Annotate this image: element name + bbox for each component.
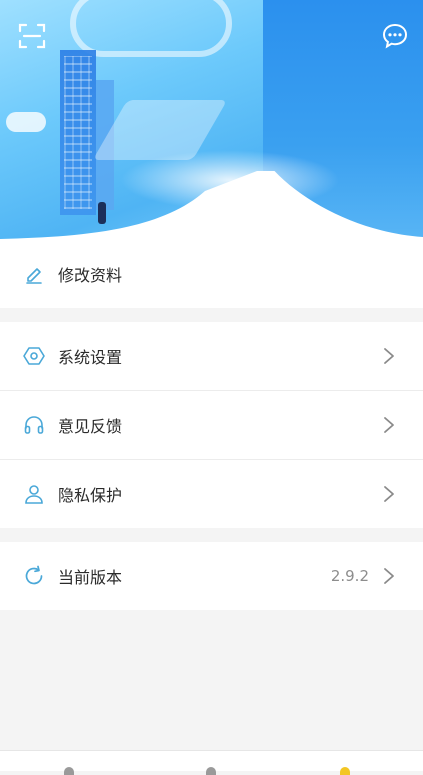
message-button[interactable] [381, 22, 409, 50]
user-icon [22, 482, 46, 506]
edit-profile-label: 修改资料 [58, 266, 123, 285]
edit-profile-item[interactable]: 修改资料 [0, 240, 423, 308]
hero-white-peak [0, 171, 423, 240]
chevron-right-icon [384, 348, 394, 364]
bottom-tab-bar [0, 750, 423, 775]
system-settings-label: 系统设置 [58, 348, 123, 367]
scan-button[interactable] [18, 22, 46, 50]
privacy-item[interactable]: 隐私保护 [0, 460, 423, 528]
tab-icon[interactable] [206, 767, 216, 775]
feedback-label: 意见反馈 [58, 417, 123, 436]
version-value: 2.9.2 [330, 567, 369, 585]
hexagon-settings-icon [22, 344, 46, 368]
pencil-icon [22, 262, 46, 286]
profile-group: 修改资料 [0, 240, 423, 308]
system-settings-item[interactable]: 系统设置 [0, 322, 423, 391]
refresh-icon [22, 564, 46, 588]
scan-icon [18, 23, 46, 49]
version-item[interactable]: 当前版本 2.9.2 [0, 542, 423, 610]
chevron-right-icon [384, 417, 394, 433]
hero-track-decoration [70, 0, 232, 57]
settings-group: 系统设置 意见反馈 隐私保护 [0, 322, 423, 528]
tab-icon[interactable] [340, 767, 350, 775]
feedback-item[interactable]: 意见反馈 [0, 391, 423, 460]
chevron-right-icon [384, 486, 394, 502]
headphones-icon [22, 413, 46, 437]
hero-banner [0, 0, 423, 240]
hero-cloud [6, 112, 46, 132]
chevron-right-icon [384, 568, 394, 584]
privacy-label: 隐私保护 [58, 486, 123, 505]
version-label: 当前版本 [58, 568, 123, 587]
chat-bubble-icon [382, 23, 408, 49]
version-group: 当前版本 2.9.2 [0, 542, 423, 610]
tab-icon[interactable] [64, 767, 74, 775]
